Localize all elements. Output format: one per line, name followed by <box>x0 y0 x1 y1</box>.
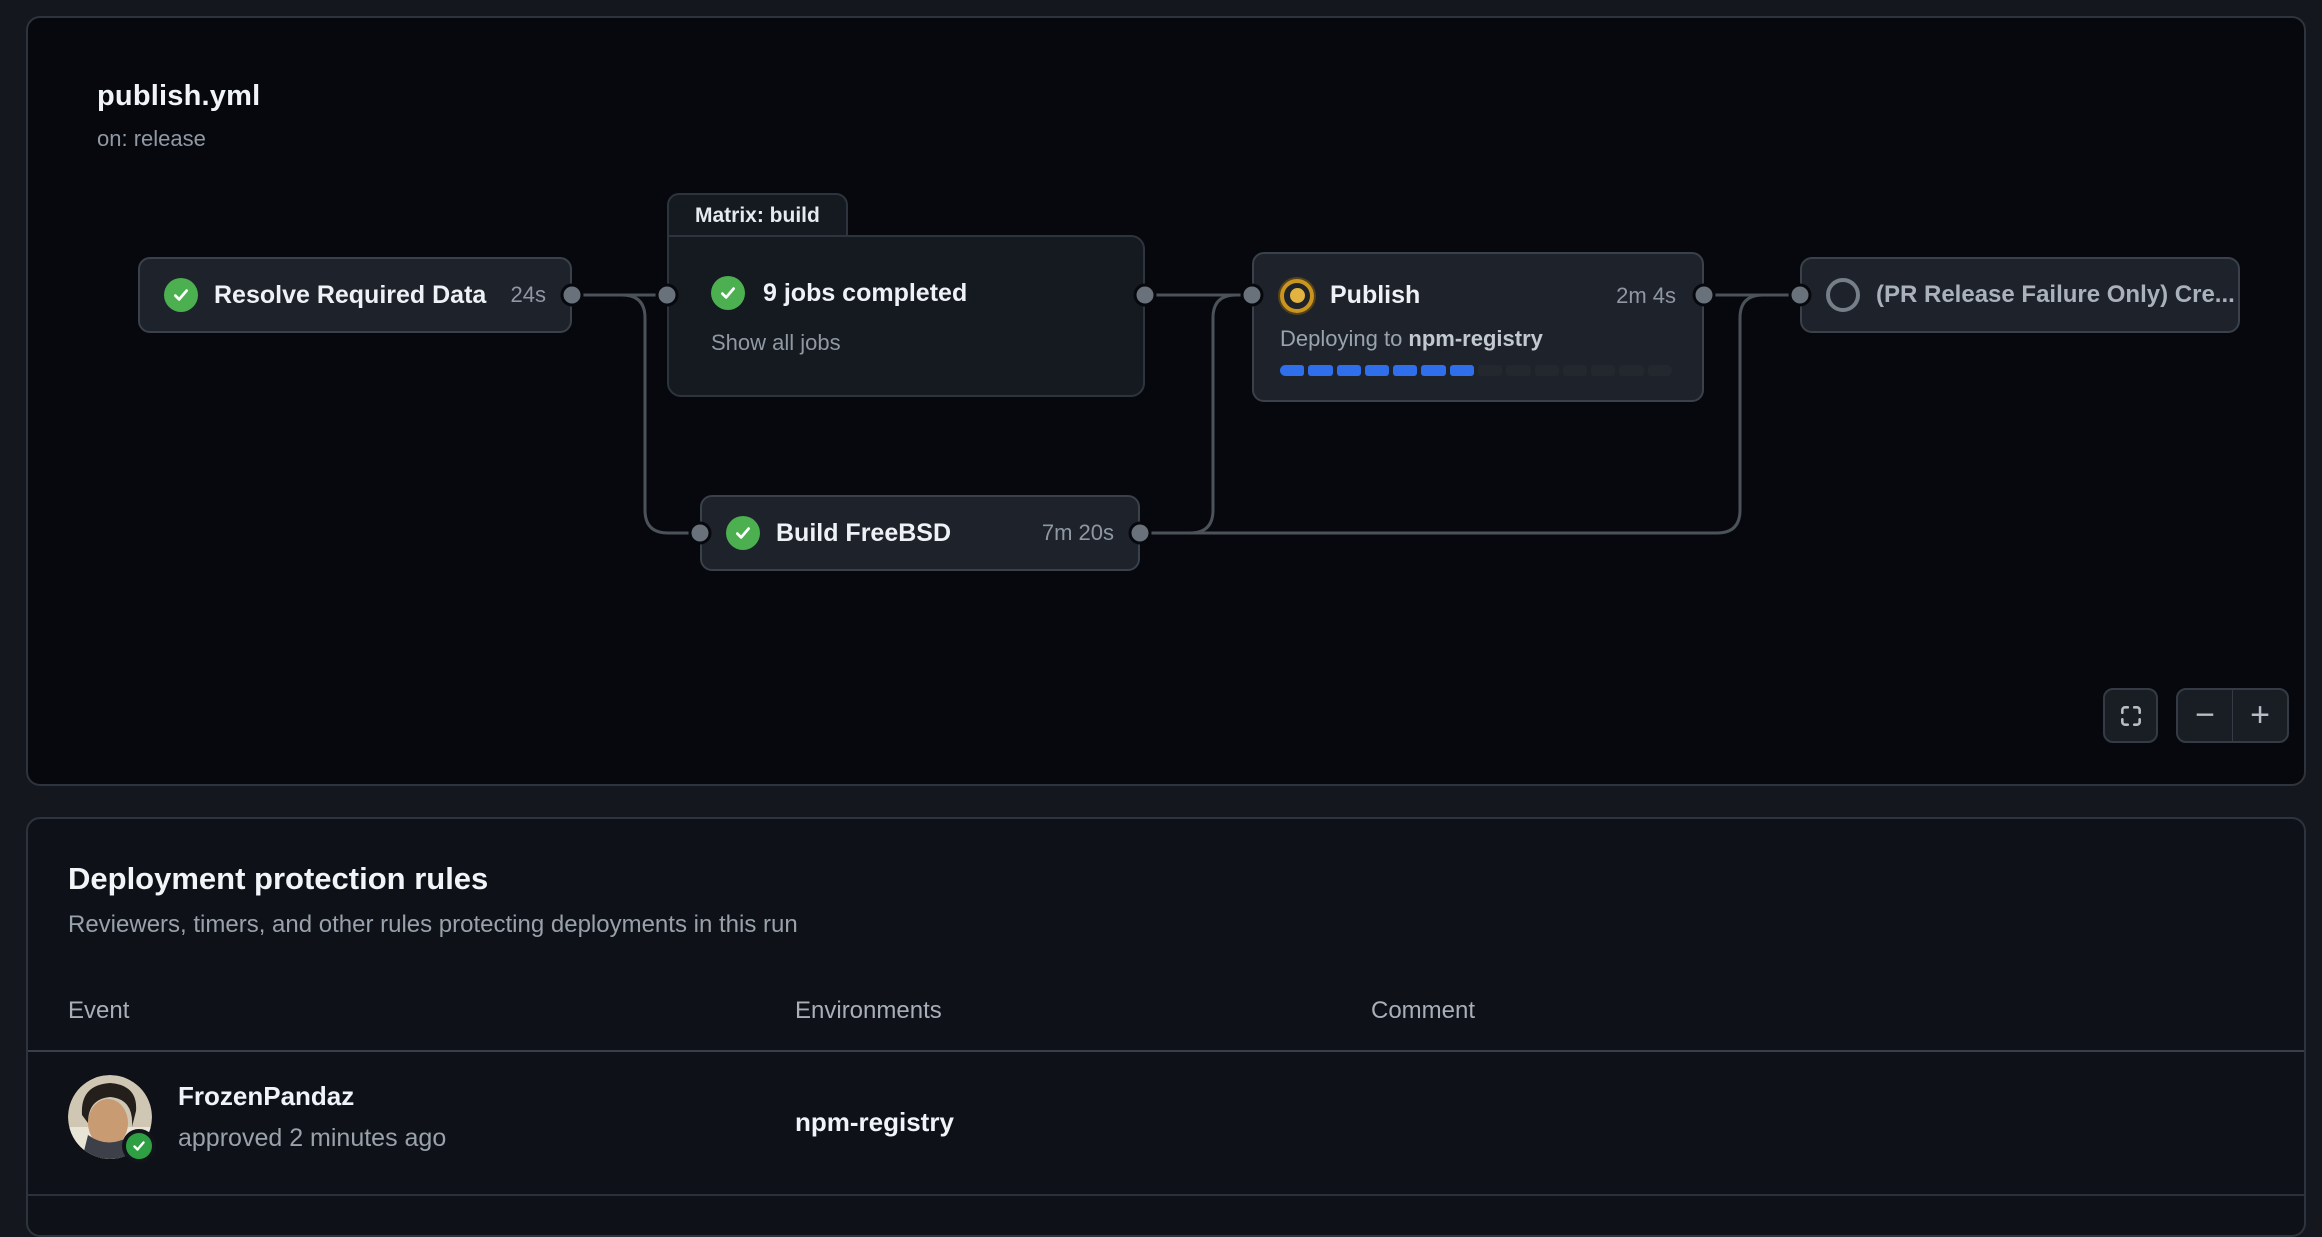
approved-check-badge <box>122 1129 156 1163</box>
progress-segment <box>1535 365 1559 376</box>
success-check-icon <box>164 278 198 312</box>
matrix-group-tab[interactable]: Matrix: build <box>667 193 848 237</box>
job-label: Publish <box>1330 281 1420 310</box>
job-node-build-freebsd[interactable]: Build FreeBSD 7m 20s <box>700 495 1140 571</box>
matrix-summary-label: 9 jobs completed <box>763 279 967 308</box>
workflow-title: publish.yml <box>97 80 260 113</box>
job-duration: 2m 4s <box>1616 283 1676 309</box>
deployment-protection-rules-panel: Deployment protection rules Reviewers, t… <box>26 817 2306 1237</box>
matrix-group-card[interactable]: 9 jobs completed Show all jobs <box>667 235 1145 397</box>
progress-segment <box>1591 365 1615 376</box>
table-row-divider <box>28 1194 2304 1196</box>
deploy-status-text: Deploying to npm-registry <box>1280 326 1676 352</box>
in-progress-icon <box>1280 279 1314 313</box>
progress-segment <box>1337 365 1361 376</box>
approver-username: FrozenPandaz <box>178 1081 354 1112</box>
progress-segment <box>1365 365 1389 376</box>
progress-segment <box>1506 365 1530 376</box>
zoom-in-button[interactable]: + <box>2233 690 2287 741</box>
rules-subtitle: Reviewers, timers, and other rules prote… <box>68 911 798 939</box>
avatar <box>68 1075 152 1159</box>
zoom-controls: − + <box>2176 688 2289 743</box>
deploy-progress-bar <box>1280 365 1672 376</box>
column-header-event: Event <box>68 997 129 1025</box>
job-node-publish[interactable]: Publish 2m 4s Deploying to npm-registry <box>1252 252 1704 402</box>
job-duration: 7m 20s <box>1042 520 1114 546</box>
job-label: Build FreeBSD <box>776 519 951 548</box>
rules-title: Deployment protection rules <box>68 861 488 897</box>
column-header-environments: Environments <box>795 997 942 1025</box>
workflow-trigger: on: release <box>97 126 206 152</box>
progress-segment <box>1280 365 1304 376</box>
column-header-comment: Comment <box>1371 997 1475 1025</box>
job-label: (PR Release Failure Only) Cre... <box>1876 281 2235 309</box>
show-all-jobs-link[interactable]: Show all jobs <box>711 330 1101 356</box>
progress-segment <box>1563 365 1587 376</box>
workflow-graph-panel: publish.yml on: release <box>26 16 2306 786</box>
success-check-icon <box>726 516 760 550</box>
deploy-target: npm-registry <box>1408 326 1542 351</box>
progress-segment <box>1308 365 1332 376</box>
table-header-divider <box>28 1050 2304 1052</box>
success-check-icon <box>711 276 745 310</box>
environment-name: npm-registry <box>795 1107 954 1138</box>
approval-status-text: approved 2 minutes ago <box>178 1124 446 1153</box>
progress-segment <box>1393 365 1417 376</box>
job-node-pr-release-failure[interactable]: (PR Release Failure Only) Cre... <box>1800 257 2240 333</box>
progress-segment <box>1648 365 1672 376</box>
job-node-resolve-required-data[interactable]: Resolve Required Data 24s <box>138 257 572 333</box>
job-duration: 24s <box>511 282 546 308</box>
job-label: Resolve Required Data <box>214 281 486 310</box>
progress-segment <box>1450 365 1474 376</box>
waiting-circle-icon <box>1826 278 1860 312</box>
progress-segment <box>1478 365 1502 376</box>
fullscreen-button[interactable] <box>2103 688 2158 743</box>
fullscreen-icon <box>2118 703 2144 729</box>
progress-segment <box>1619 365 1643 376</box>
zoom-out-button[interactable]: − <box>2178 690 2233 741</box>
progress-segment <box>1421 365 1445 376</box>
